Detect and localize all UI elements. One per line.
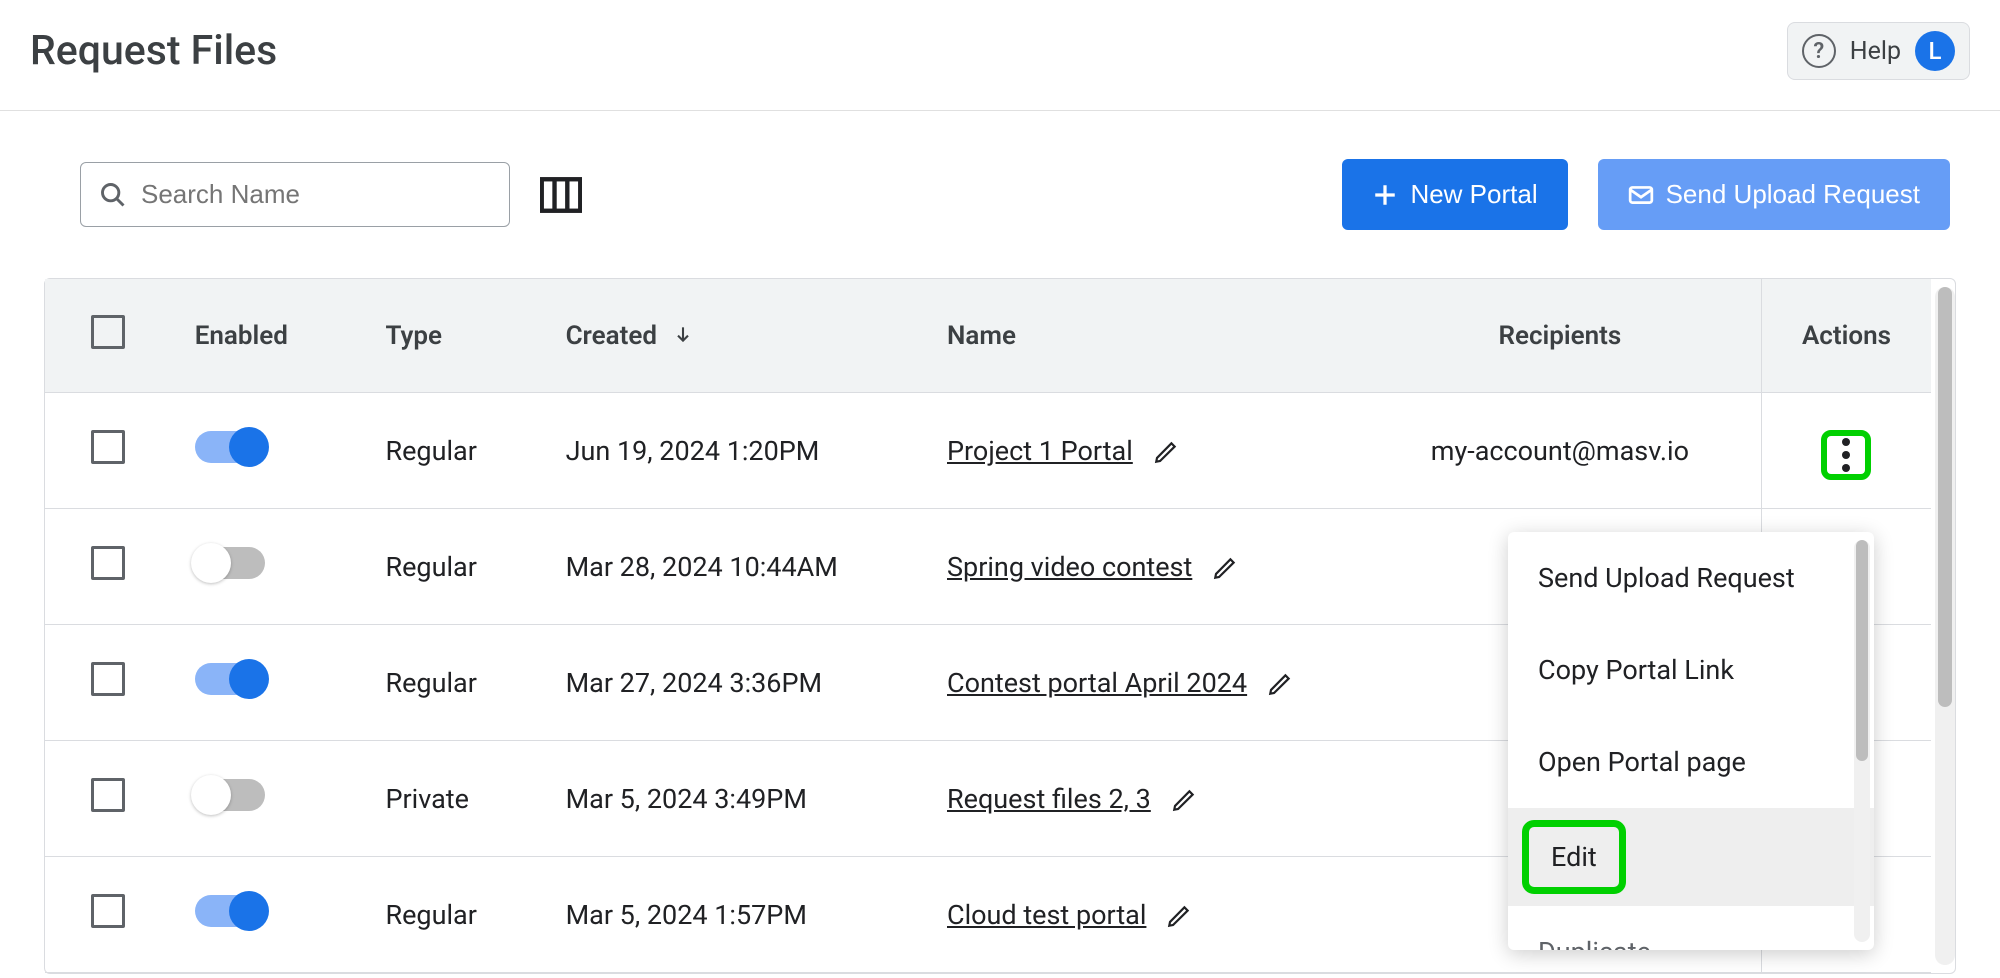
page-title: Request Files (30, 27, 277, 75)
portal-name-link[interactable]: Contest portal April 2024 (947, 667, 1247, 699)
enabled-toggle[interactable] (195, 895, 265, 927)
type-cell: Regular (373, 857, 553, 973)
portal-name-link[interactable]: Request files 2, 3 (947, 783, 1151, 815)
dropdown-item[interactable]: Copy Portal Link (1508, 624, 1874, 716)
actions-dropdown-menu: Send Upload RequestCopy Portal LinkOpen … (1508, 532, 1874, 950)
table-scrollbar[interactable] (1935, 287, 1955, 965)
created-cell: Mar 5, 2024 3:49PM (554, 741, 935, 857)
pencil-icon[interactable] (1267, 671, 1293, 697)
created-cell: Mar 5, 2024 1:57PM (554, 857, 935, 973)
avatar[interactable]: L (1915, 31, 1955, 71)
dropdown-scrollbar-thumb[interactable] (1856, 540, 1868, 761)
col-header-name[interactable]: Name (935, 279, 1359, 393)
portal-name-link[interactable]: Spring video contest (947, 551, 1192, 583)
row-checkbox[interactable] (91, 894, 125, 928)
type-cell: Private (373, 741, 553, 857)
created-cell: Mar 28, 2024 10:44AM (554, 509, 935, 625)
sort-descending-icon (673, 321, 693, 351)
col-header-type[interactable]: Type (373, 279, 553, 393)
type-cell: Regular (373, 625, 553, 741)
columns-icon[interactable] (540, 177, 582, 213)
table-row: RegularJun 19, 2024 1:20PM Project 1 Port… (45, 393, 1931, 509)
search-input[interactable] (141, 179, 491, 210)
created-cell: Mar 27, 2024 3:36PM (554, 625, 935, 741)
col-header-checkbox (45, 279, 183, 393)
table-scrollbar-thumb[interactable] (1938, 287, 1952, 707)
pencil-icon[interactable] (1166, 903, 1192, 929)
portal-name-link[interactable]: Cloud test portal (947, 899, 1146, 931)
enabled-toggle[interactable] (195, 663, 265, 695)
help-label[interactable]: Help (1850, 37, 1901, 66)
header-right-group: ? Help L (1787, 22, 1970, 80)
col-header-created-label: Created (566, 321, 657, 351)
col-header-created[interactable]: Created (554, 279, 935, 393)
col-header-enabled[interactable]: Enabled (183, 279, 374, 393)
pencil-icon[interactable] (1171, 787, 1197, 813)
search-icon (99, 181, 127, 209)
recipients-cell: my-account@masv.io (1359, 393, 1762, 509)
enabled-toggle[interactable] (195, 431, 265, 463)
dropdown-item[interactable]: Duplicate (1508, 906, 1874, 950)
new-portal-label: New Portal (1410, 179, 1537, 210)
row-checkbox[interactable] (91, 546, 125, 580)
created-cell: Jun 19, 2024 1:20PM (554, 393, 935, 509)
col-header-recipients[interactable]: Recipients (1359, 279, 1762, 393)
row-checkbox[interactable] (91, 662, 125, 696)
dropdown-item[interactable]: Send Upload Request (1508, 532, 1874, 624)
send-upload-request-button[interactable]: Send Upload Request (1598, 159, 1950, 230)
row-checkbox[interactable] (91, 430, 125, 464)
plus-icon (1372, 182, 1398, 208)
send-upload-request-label: Send Upload Request (1666, 179, 1920, 210)
dropdown-item-highlighted[interactable]: Edit (1522, 820, 1626, 894)
enabled-toggle[interactable] (195, 547, 265, 579)
mail-icon (1628, 182, 1654, 208)
select-all-checkbox[interactable] (91, 315, 125, 349)
dropdown-item[interactable]: Open Portal page (1508, 716, 1874, 808)
page-header: Request Files ? Help L (0, 0, 2000, 111)
pencil-icon[interactable] (1212, 555, 1238, 581)
portal-name-link[interactable]: Project 1 Portal (947, 435, 1133, 467)
col-header-actions: Actions (1761, 279, 1931, 393)
new-portal-button[interactable]: New Portal (1342, 159, 1567, 230)
type-cell: Regular (373, 393, 553, 509)
dropdown-scrollbar[interactable] (1854, 540, 1870, 942)
table-header-row: Enabled Type Created Name Recipients Act… (45, 279, 1931, 393)
search-field-wrap[interactable] (80, 162, 510, 227)
row-actions-button[interactable] (1821, 430, 1871, 480)
dropdown-item[interactable]: Edit (1508, 808, 1874, 906)
more-vertical-icon (1842, 438, 1850, 472)
type-cell: Regular (373, 509, 553, 625)
row-checkbox[interactable] (91, 778, 125, 812)
pencil-icon[interactable] (1153, 439, 1179, 465)
toolbar: New Portal Send Upload Request (0, 111, 2000, 278)
enabled-toggle[interactable] (195, 779, 265, 811)
help-icon[interactable]: ? (1802, 34, 1836, 68)
